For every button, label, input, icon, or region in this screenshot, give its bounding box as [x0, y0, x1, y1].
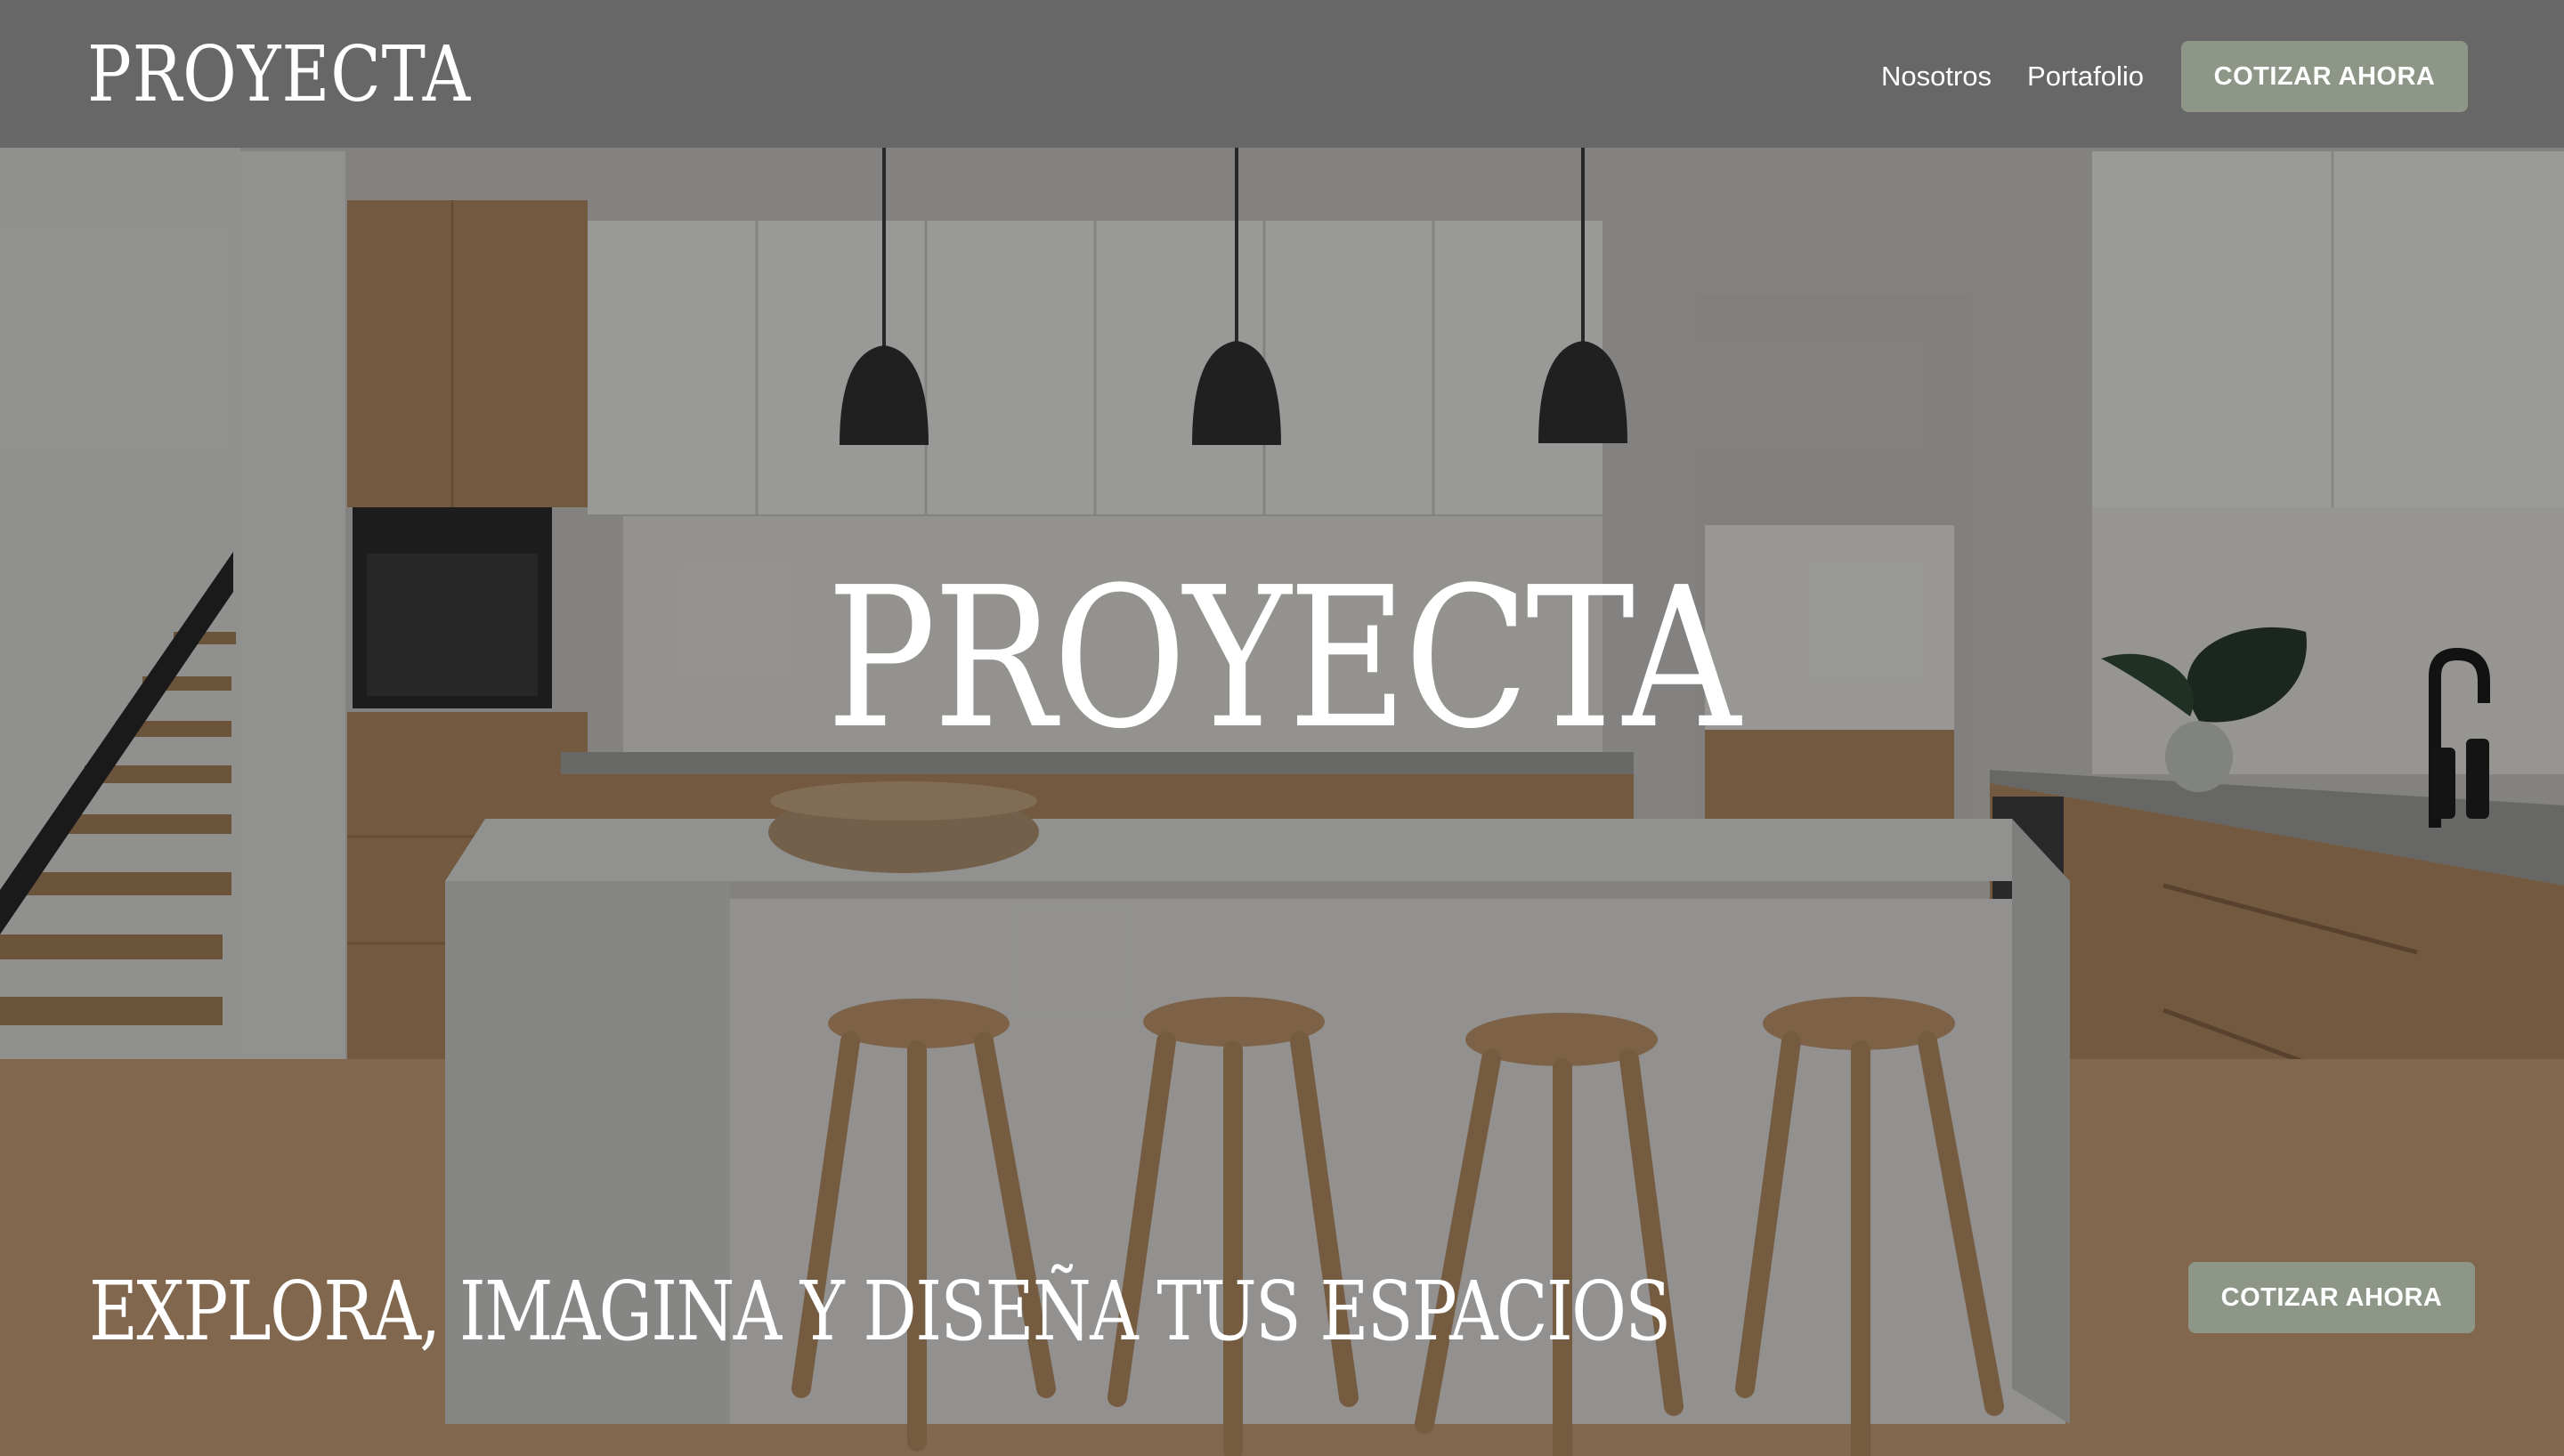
hero-title: PROYECTA: [826, 546, 1740, 772]
top-navigation-bar: PROYECTA Nosotros Portafolio COTIZAR AHO…: [0, 0, 2564, 148]
brand-logo[interactable]: PROYECTA: [87, 30, 471, 119]
main-nav: Nosotros Portafolio COTIZAR AHORA: [1881, 41, 2468, 112]
header-quote-button[interactable]: COTIZAR AHORA: [2181, 41, 2468, 112]
hero-tagline: EXPLORA, IMAGINA Y DISEÑA TUS ESPACIOS: [89, 1264, 1671, 1359]
nav-link-portafolio[interactable]: Portafolio: [2027, 61, 2144, 93]
hero-cta-container: COTIZAR AHORA: [2188, 1262, 2475, 1333]
hero-quote-button[interactable]: COTIZAR AHORA: [2188, 1262, 2475, 1333]
nav-link-nosotros[interactable]: Nosotros: [1881, 61, 1992, 93]
